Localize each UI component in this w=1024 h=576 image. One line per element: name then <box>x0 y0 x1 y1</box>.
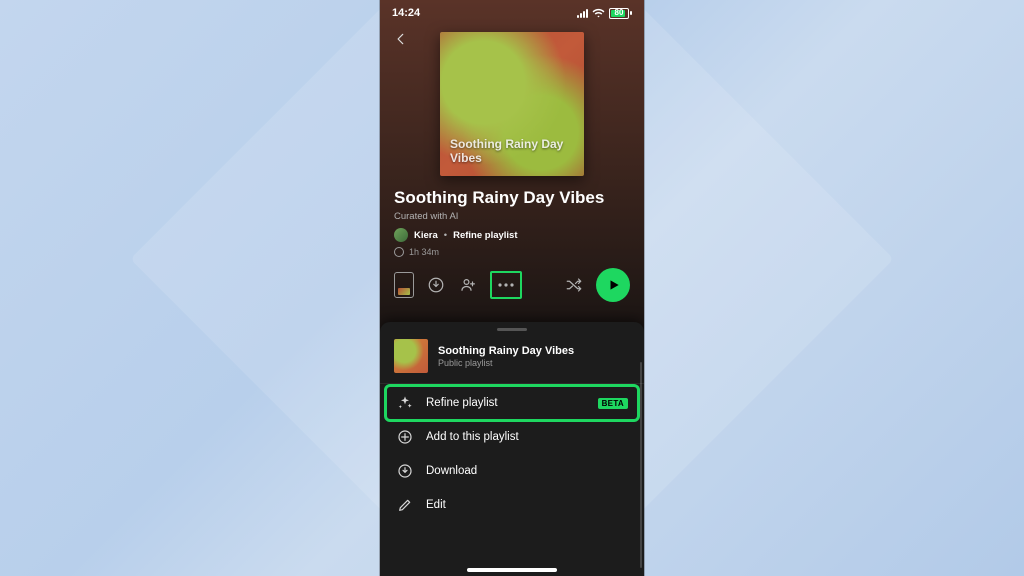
add-user-button[interactable] <box>458 275 478 295</box>
sheet-scrollbar[interactable] <box>640 362 642 568</box>
separator-dot: • <box>444 230 447 241</box>
cover-title-text: Soothing Rainy Day Vibes <box>450 138 570 166</box>
playlist-subtitle: Curated with AI <box>394 211 630 222</box>
sheet-separator <box>380 383 644 384</box>
playlist-duration: 1h 34m <box>409 247 439 257</box>
shuffle-button[interactable] <box>564 275 584 295</box>
pencil-icon <box>396 496 414 514</box>
plus-circle-icon <box>396 428 414 446</box>
status-bar: 14:24 80 <box>380 0 644 26</box>
owner-avatar[interactable] <box>394 228 408 242</box>
sparkle-icon <box>396 394 414 412</box>
more-options-button[interactable] <box>490 271 522 299</box>
sheet-header: Soothing Rainy Day Vibes Public playlist <box>380 331 644 383</box>
page-background: 14:24 80 <box>0 0 1024 576</box>
menu-label: Add to this playlist <box>426 431 628 443</box>
home-indicator[interactable] <box>467 568 557 572</box>
context-sheet: Soothing Rainy Day Vibes Public playlist… <box>380 322 644 576</box>
beta-badge: BETA <box>598 398 628 409</box>
menu-label: Refine playlist <box>426 397 586 409</box>
playlist-controls <box>380 267 644 303</box>
menu-download[interactable]: Download <box>386 454 638 488</box>
menu-refine-playlist[interactable]: Refine playlist BETA <box>386 386 638 420</box>
battery-icon: 80 <box>609 8 632 19</box>
preview-cover-button[interactable] <box>394 272 414 298</box>
phone-frame: 14:24 80 <box>380 0 644 576</box>
playlist-header: Soothing Rainy Day Vibes Soothing Rainy … <box>380 26 644 257</box>
status-right-cluster: 80 <box>577 8 632 19</box>
wifi-icon <box>592 8 605 18</box>
sheet-subtitle: Public playlist <box>438 358 574 368</box>
refine-playlist-link[interactable]: Refine playlist <box>453 230 517 241</box>
menu-label: Edit <box>426 499 628 511</box>
status-time: 14:24 <box>392 7 420 19</box>
owner-name[interactable]: Kiera <box>414 230 438 241</box>
play-button[interactable] <box>596 268 630 302</box>
sheet-menu: Refine playlist BETA Add to this playlis… <box>380 386 644 522</box>
back-button[interactable] <box>390 28 412 50</box>
menu-edit[interactable]: Edit <box>386 488 638 522</box>
playlist-duration-row: 1h 34m <box>394 247 630 257</box>
playlist-owner-row: Kiera • Refine playlist <box>394 228 630 242</box>
menu-label: Download <box>426 465 628 477</box>
sheet-thumbnail <box>394 339 428 373</box>
cellular-icon <box>577 9 588 18</box>
globe-icon <box>394 247 404 257</box>
sheet-title: Soothing Rainy Day Vibes <box>438 345 574 357</box>
playlist-title: Soothing Rainy Day Vibes <box>394 188 630 208</box>
menu-add-to-playlist[interactable]: Add to this playlist <box>386 420 638 454</box>
playlist-cover[interactable]: Soothing Rainy Day Vibes <box>440 32 584 176</box>
download-button[interactable] <box>426 275 446 295</box>
download-circle-icon <box>396 462 414 480</box>
